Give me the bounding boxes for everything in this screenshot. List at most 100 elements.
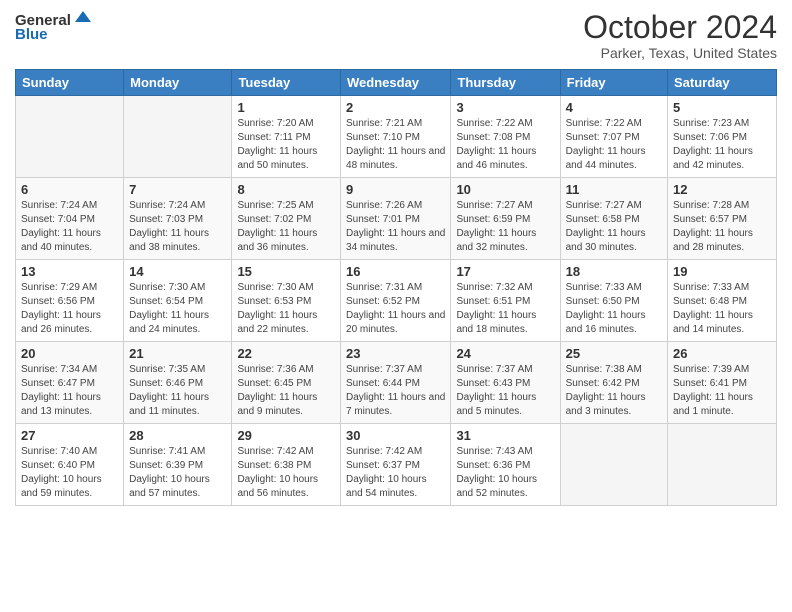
day-info: Sunrise: 7:28 AMSunset: 6:57 PMDaylight:… xyxy=(673,199,771,255)
day-info: Sunrise: 7:38 AMSunset: 6:42 PMDaylight:… xyxy=(566,363,662,419)
day-info: Sunrise: 7:30 AMSunset: 6:53 PMDaylight:… xyxy=(237,281,335,337)
calendar-week-row: 20Sunrise: 7:34 AMSunset: 6:47 PMDayligh… xyxy=(16,342,777,424)
day-info: Sunrise: 7:26 AMSunset: 7:01 PMDaylight:… xyxy=(346,199,445,255)
day-number: 19 xyxy=(673,264,771,279)
col-monday: Monday xyxy=(124,70,232,96)
day-number: 17 xyxy=(456,264,554,279)
day-number: 13 xyxy=(21,264,118,279)
day-info: Sunrise: 7:22 AMSunset: 7:07 PMDaylight:… xyxy=(566,117,662,173)
col-saturday: Saturday xyxy=(668,70,777,96)
day-number: 9 xyxy=(346,182,445,197)
calendar-cell: 6 Sunrise: 7:24 AMSunset: 7:04 PMDaylight… xyxy=(16,178,124,260)
day-info: Sunrise: 7:20 AMSunset: 7:11 PMDaylight:… xyxy=(237,117,335,173)
day-info: Sunrise: 7:33 AMSunset: 6:50 PMDaylight:… xyxy=(566,281,662,337)
calendar-cell: 28 Sunrise: 7:41 AMSunset: 6:39 PMDayligh… xyxy=(124,424,232,506)
logo-icon xyxy=(72,8,94,30)
day-number: 2 xyxy=(346,100,445,115)
header: General Blue October 2024 Parker, Texas,… xyxy=(15,10,777,61)
day-number: 6 xyxy=(21,182,118,197)
calendar-cell: 3 Sunrise: 7:22 AMSunset: 7:08 PMDaylight… xyxy=(451,96,560,178)
day-info: Sunrise: 7:37 AMSunset: 6:43 PMDaylight:… xyxy=(456,363,554,419)
day-info: Sunrise: 7:22 AMSunset: 7:08 PMDaylight:… xyxy=(456,117,554,173)
calendar-cell: 21 Sunrise: 7:35 AMSunset: 6:46 PMDayligh… xyxy=(124,342,232,424)
calendar-cell: 20Sunrise: 7:34 AMSunset: 6:47 PMDayligh… xyxy=(16,342,124,424)
logo: General Blue xyxy=(15,10,94,43)
main-title: October 2024 xyxy=(583,10,777,45)
day-info: Sunrise: 7:27 AMSunset: 6:58 PMDaylight:… xyxy=(566,199,662,255)
day-info: Sunrise: 7:29 AMSunset: 6:56 PMDaylight:… xyxy=(21,281,118,337)
calendar-cell: 31 Sunrise: 7:43 AMSunset: 6:36 PMDayligh… xyxy=(451,424,560,506)
calendar-cell: 14Sunrise: 7:30 AMSunset: 6:54 PMDayligh… xyxy=(124,260,232,342)
day-number: 4 xyxy=(566,100,662,115)
day-number: 21 xyxy=(129,346,226,361)
calendar-table: Sunday Monday Tuesday Wednesday Thursday… xyxy=(15,69,777,506)
calendar-cell: 4 Sunrise: 7:22 AMSunset: 7:07 PMDaylight… xyxy=(560,96,667,178)
calendar-cell xyxy=(16,96,124,178)
calendar-cell: 30Sunrise: 7:42 AMSunset: 6:37 PMDayligh… xyxy=(341,424,451,506)
calendar-cell: 19Sunrise: 7:33 AMSunset: 6:48 PMDayligh… xyxy=(668,260,777,342)
day-number: 23 xyxy=(346,346,445,361)
day-number: 28 xyxy=(129,428,226,443)
day-number: 24 xyxy=(456,346,554,361)
day-number: 3 xyxy=(456,100,554,115)
calendar-cell: 13 Sunrise: 7:29 AMSunset: 6:56 PMDayligh… xyxy=(16,260,124,342)
calendar-cell: 17 Sunrise: 7:32 AMSunset: 6:51 PMDayligh… xyxy=(451,260,560,342)
calendar-cell: 18 Sunrise: 7:33 AMSunset: 6:50 PMDayligh… xyxy=(560,260,667,342)
day-info: Sunrise: 7:31 AMSunset: 6:52 PMDaylight:… xyxy=(346,281,445,337)
calendar-header-row: Sunday Monday Tuesday Wednesday Thursday… xyxy=(16,70,777,96)
day-number: 26 xyxy=(673,346,771,361)
day-number: 31 xyxy=(456,428,554,443)
page: General Blue October 2024 Parker, Texas,… xyxy=(0,0,792,612)
calendar-cell: 10Sunrise: 7:27 AMSunset: 6:59 PMDayligh… xyxy=(451,178,560,260)
calendar-cell: 29Sunrise: 7:42 AMSunset: 6:38 PMDayligh… xyxy=(232,424,341,506)
calendar-cell xyxy=(560,424,667,506)
day-info: Sunrise: 7:32 AMSunset: 6:51 PMDaylight:… xyxy=(456,281,554,337)
calendar-cell: 26 Sunrise: 7:39 AMSunset: 6:41 PMDayligh… xyxy=(668,342,777,424)
calendar-cell: 22 Sunrise: 7:36 AMSunset: 6:45 PMDayligh… xyxy=(232,342,341,424)
day-number: 29 xyxy=(237,428,335,443)
calendar-cell: 15 Sunrise: 7:30 AMSunset: 6:53 PMDayligh… xyxy=(232,260,341,342)
calendar-cell: 1 Sunrise: 7:20 AMSunset: 7:11 PMDaylight… xyxy=(232,96,341,178)
day-number: 30 xyxy=(346,428,445,443)
col-friday: Friday xyxy=(560,70,667,96)
calendar-cell: 11 Sunrise: 7:27 AMSunset: 6:58 PMDayligh… xyxy=(560,178,667,260)
day-info: Sunrise: 7:35 AMSunset: 6:46 PMDaylight:… xyxy=(129,363,226,419)
day-number: 5 xyxy=(673,100,771,115)
calendar-cell: 2 Sunrise: 7:21 AMSunset: 7:10 PMDaylight… xyxy=(341,96,451,178)
day-number: 15 xyxy=(237,264,335,279)
day-info: Sunrise: 7:24 AMSunset: 7:03 PMDaylight:… xyxy=(129,199,226,255)
col-sunday: Sunday xyxy=(16,70,124,96)
calendar-cell: 5Sunrise: 7:23 AMSunset: 7:06 PMDaylight… xyxy=(668,96,777,178)
day-number: 18 xyxy=(566,264,662,279)
day-info: Sunrise: 7:36 AMSunset: 6:45 PMDaylight:… xyxy=(237,363,335,419)
calendar-cell: 23 Sunrise: 7:37 AMSunset: 6:44 PMDayligh… xyxy=(341,342,451,424)
day-number: 7 xyxy=(129,182,226,197)
day-number: 8 xyxy=(237,182,335,197)
day-number: 1 xyxy=(237,100,335,115)
calendar-cell: 24 Sunrise: 7:37 AMSunset: 6:43 PMDayligh… xyxy=(451,342,560,424)
day-info: Sunrise: 7:43 AMSunset: 6:36 PMDaylight:… xyxy=(456,445,554,501)
day-info: Sunrise: 7:34 AMSunset: 6:47 PMDaylight:… xyxy=(21,363,118,419)
calendar-week-row: 1 Sunrise: 7:20 AMSunset: 7:11 PMDaylight… xyxy=(16,96,777,178)
day-info: Sunrise: 7:37 AMSunset: 6:44 PMDaylight:… xyxy=(346,363,445,419)
calendar-cell: 12Sunrise: 7:28 AMSunset: 6:57 PMDayligh… xyxy=(668,178,777,260)
day-number: 11 xyxy=(566,182,662,197)
day-number: 27 xyxy=(21,428,118,443)
title-block: October 2024 Parker, Texas, United State… xyxy=(583,10,777,61)
day-info: Sunrise: 7:25 AMSunset: 7:02 PMDaylight:… xyxy=(237,199,335,255)
calendar-week-row: 13 Sunrise: 7:29 AMSunset: 6:56 PMDayligh… xyxy=(16,260,777,342)
day-info: Sunrise: 7:24 AMSunset: 7:04 PMDaylight:… xyxy=(21,199,118,255)
calendar-cell: 7 Sunrise: 7:24 AMSunset: 7:03 PMDaylight… xyxy=(124,178,232,260)
calendar-cell: 16 Sunrise: 7:31 AMSunset: 6:52 PMDayligh… xyxy=(341,260,451,342)
day-number: 10 xyxy=(456,182,554,197)
day-number: 25 xyxy=(566,346,662,361)
day-info: Sunrise: 7:30 AMSunset: 6:54 PMDaylight:… xyxy=(129,281,226,337)
col-wednesday: Wednesday xyxy=(341,70,451,96)
day-info: Sunrise: 7:21 AMSunset: 7:10 PMDaylight:… xyxy=(346,117,445,173)
day-info: Sunrise: 7:41 AMSunset: 6:39 PMDaylight:… xyxy=(129,445,226,501)
day-info: Sunrise: 7:39 AMSunset: 6:41 PMDaylight:… xyxy=(673,363,771,419)
logo-blue-text: Blue xyxy=(15,26,48,43)
day-number: 22 xyxy=(237,346,335,361)
day-number: 16 xyxy=(346,264,445,279)
calendar-week-row: 27Sunrise: 7:40 AMSunset: 6:40 PMDayligh… xyxy=(16,424,777,506)
